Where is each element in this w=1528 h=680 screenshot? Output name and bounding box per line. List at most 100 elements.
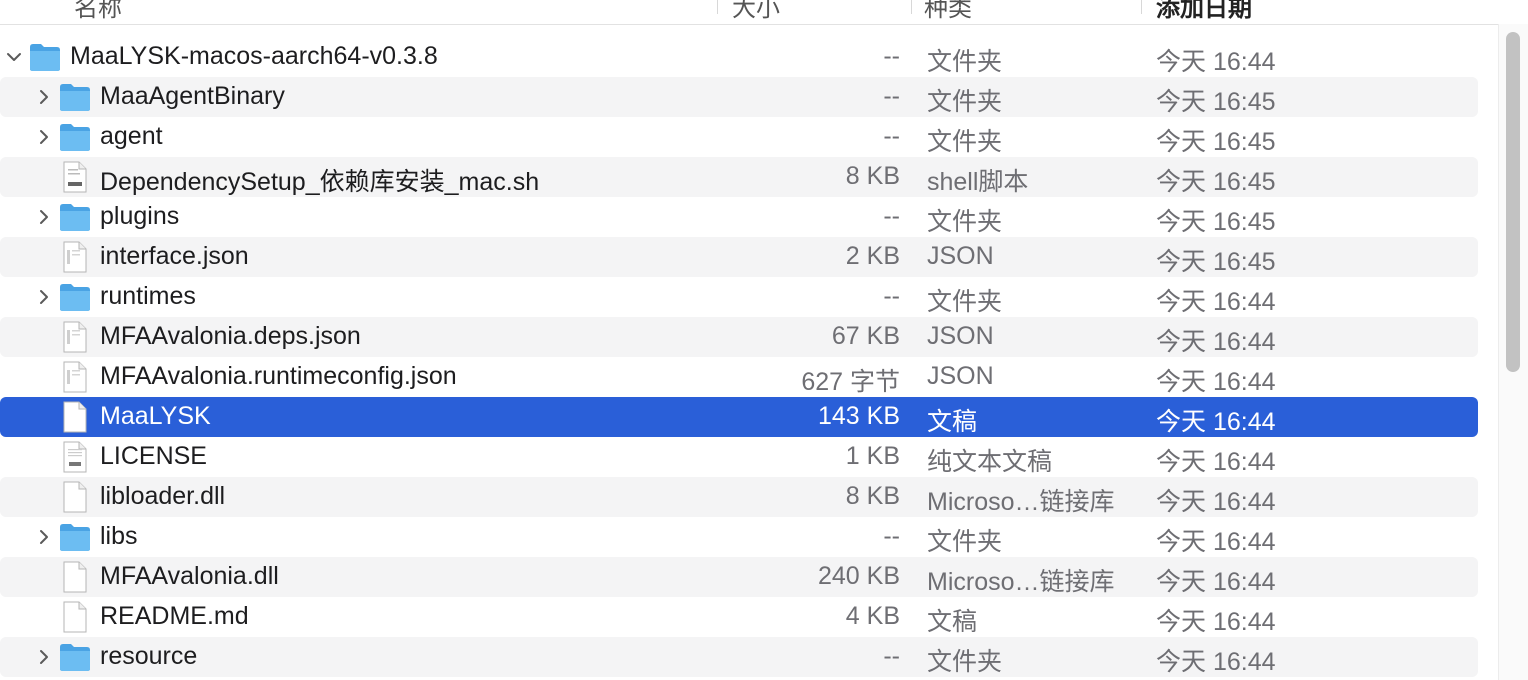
chevron-down-icon[interactable]: [6, 49, 22, 65]
file-name: MFAAvalonia.dll: [100, 562, 279, 590]
file-date-added: 今天 16:45: [1156, 88, 1276, 116]
file-row[interactable]: plugins -- 文件夹 今天 16:45: [0, 197, 1478, 237]
file-date-added: 今天 16:45: [1156, 168, 1276, 196]
folder-icon: [60, 284, 90, 311]
file-size: 2 KB: [845, 242, 900, 270]
file-row[interactable]: runtimes -- 文件夹 今天 16:44: [0, 277, 1478, 317]
file-name: libloader.dll: [100, 482, 226, 510]
file-kind: JSON: [927, 362, 994, 390]
scrollbar-thumb[interactable]: [1506, 32, 1520, 372]
file-kind: 文件夹: [927, 88, 1003, 116]
folder-icon: [30, 44, 60, 71]
file-date-added: 今天 16:45: [1156, 208, 1276, 236]
column-header-date-added[interactable]: 添加日期: [1156, 0, 1252, 23]
file-row[interactable]: README.md 4 KB 文稿 今天 16:44: [0, 597, 1478, 637]
document-icon: [63, 481, 87, 513]
file-size: 67 KB: [831, 322, 900, 350]
file-size: 4 KB: [845, 602, 900, 630]
file-kind: 文件夹: [927, 128, 1003, 156]
file-kind: shell脚本: [927, 168, 1029, 196]
file-row[interactable]: agent -- 文件夹 今天 16:45: [0, 117, 1478, 157]
file-row[interactable]: MaaLYSK-macos-aarch64-v0.3.8 -- 文件夹 今天 16:4…: [0, 37, 1478, 77]
file-kind: 文稿: [927, 408, 978, 436]
file-date-added: 今天 16:45: [1156, 128, 1276, 156]
file-row[interactable]: LICENSE 1 KB 纯文本文稿 今天 16:44: [0, 437, 1478, 477]
chevron-right-icon[interactable]: [36, 89, 52, 105]
chevron-right-icon[interactable]: [36, 129, 52, 145]
chevron-right-icon[interactable]: [36, 529, 52, 545]
file-row[interactable]: libs -- 文件夹 今天 16:44: [0, 517, 1478, 557]
chevron-right-icon[interactable]: [36, 209, 52, 225]
file-size: --: [883, 642, 900, 670]
chevron-right-icon[interactable]: [36, 289, 52, 305]
file-name: MFAAvalonia.deps.json: [100, 322, 361, 350]
file-date-added: 今天 16:44: [1156, 608, 1276, 636]
column-header-size[interactable]: 大小: [732, 0, 780, 23]
file-size: 1 KB: [845, 442, 900, 470]
file-size: --: [883, 122, 900, 150]
file-row[interactable]: MaaAgentBinary -- 文件夹 今天 16:45: [0, 77, 1478, 117]
file-kind: 文稿: [927, 608, 978, 636]
folder-icon: [60, 124, 90, 151]
file-name: MFAAvalonia.runtimeconfig.json: [100, 362, 457, 390]
file-size: --: [883, 42, 900, 70]
chevron-right-icon[interactable]: [36, 649, 52, 665]
file-row[interactable]: resource -- 文件夹 今天 16:44: [0, 637, 1478, 677]
file-row[interactable]: libloader.dll 8 KB Microso…链接库 今天 16:44: [0, 477, 1478, 517]
file-size: --: [883, 282, 900, 310]
file-kind: Microso…链接库: [927, 488, 1115, 516]
file-name: README.md: [100, 602, 249, 630]
column-divider[interactable]: [717, 0, 718, 14]
file-row[interactable]: interface.json 2 KB JSON 今天 16:45: [0, 237, 1478, 277]
file-size: 143 KB: [817, 402, 900, 430]
file-name: resource: [100, 642, 198, 670]
file-date-added: 今天 16:44: [1156, 48, 1276, 76]
json-file-icon: [63, 321, 87, 353]
file-row[interactable]: MaaLYSK 143 KB 文稿 今天 16:44: [0, 397, 1478, 437]
document-icon: [63, 401, 87, 433]
column-divider[interactable]: [911, 0, 912, 14]
file-kind: 文件夹: [927, 528, 1003, 556]
file-kind: 文件夹: [927, 208, 1003, 236]
file-date-added: 今天 16:45: [1156, 248, 1276, 276]
file-size: 8 KB: [845, 162, 900, 190]
file-date-added: 今天 16:44: [1156, 368, 1276, 396]
file-kind: 文件夹: [927, 648, 1003, 676]
file-name: runtimes: [100, 282, 196, 310]
folder-icon: [60, 84, 90, 111]
file-row[interactable]: MFAAvalonia.runtimeconfig.json 627 字节 JSON…: [0, 357, 1478, 397]
file-row[interactable]: MFAAvalonia.deps.json 67 KB JSON 今天 16:44: [0, 317, 1478, 357]
file-name: LICENSE: [100, 442, 207, 470]
document-icon: [63, 601, 87, 633]
json-file-icon: [63, 241, 87, 273]
file-kind: JSON: [927, 322, 994, 350]
finder-list-view: 名称 大小 种类 添加日期 MaaLYSK-macos-aarch64-v0.3…: [0, 0, 1528, 680]
file-date-added: 今天 16:44: [1156, 328, 1276, 356]
file-date-added: 今天 16:44: [1156, 568, 1276, 596]
file-date-added: 今天 16:44: [1156, 448, 1276, 476]
text-file-icon: [63, 441, 87, 473]
folder-icon: [60, 204, 90, 231]
json-file-icon: [63, 361, 87, 393]
column-header: 名称 大小 种类 添加日期: [0, 0, 1500, 25]
column-header-name[interactable]: 名称: [74, 0, 122, 23]
file-list: MaaLYSK-macos-aarch64-v0.3.8 -- 文件夹 今天 16:4…: [0, 37, 1478, 677]
file-date-added: 今天 16:44: [1156, 648, 1276, 676]
file-name: plugins: [100, 202, 180, 230]
column-header-kind[interactable]: 种类: [924, 0, 972, 23]
file-row[interactable]: MFAAvalonia.dll 240 KB Microso…链接库 今天 16:44: [0, 557, 1478, 597]
file-size: 8 KB: [845, 482, 900, 510]
file-name: MaaLYSK: [100, 402, 211, 430]
column-divider[interactable]: [1141, 0, 1142, 14]
shell-script-icon: [63, 161, 87, 193]
file-kind: Microso…链接库: [927, 568, 1115, 596]
file-size: 240 KB: [817, 562, 900, 590]
file-kind: 文件夹: [927, 48, 1003, 76]
file-kind: 纯文本文稿: [927, 448, 1053, 476]
folder-icon: [60, 644, 90, 671]
file-name: agent: [100, 122, 163, 150]
file-row[interactable]: DependencySetup_依赖库安装_mac.sh 8 KB shell脚本 今…: [0, 157, 1478, 197]
file-size: --: [883, 82, 900, 110]
file-name: interface.json: [100, 242, 249, 270]
file-kind: JSON: [927, 242, 994, 270]
